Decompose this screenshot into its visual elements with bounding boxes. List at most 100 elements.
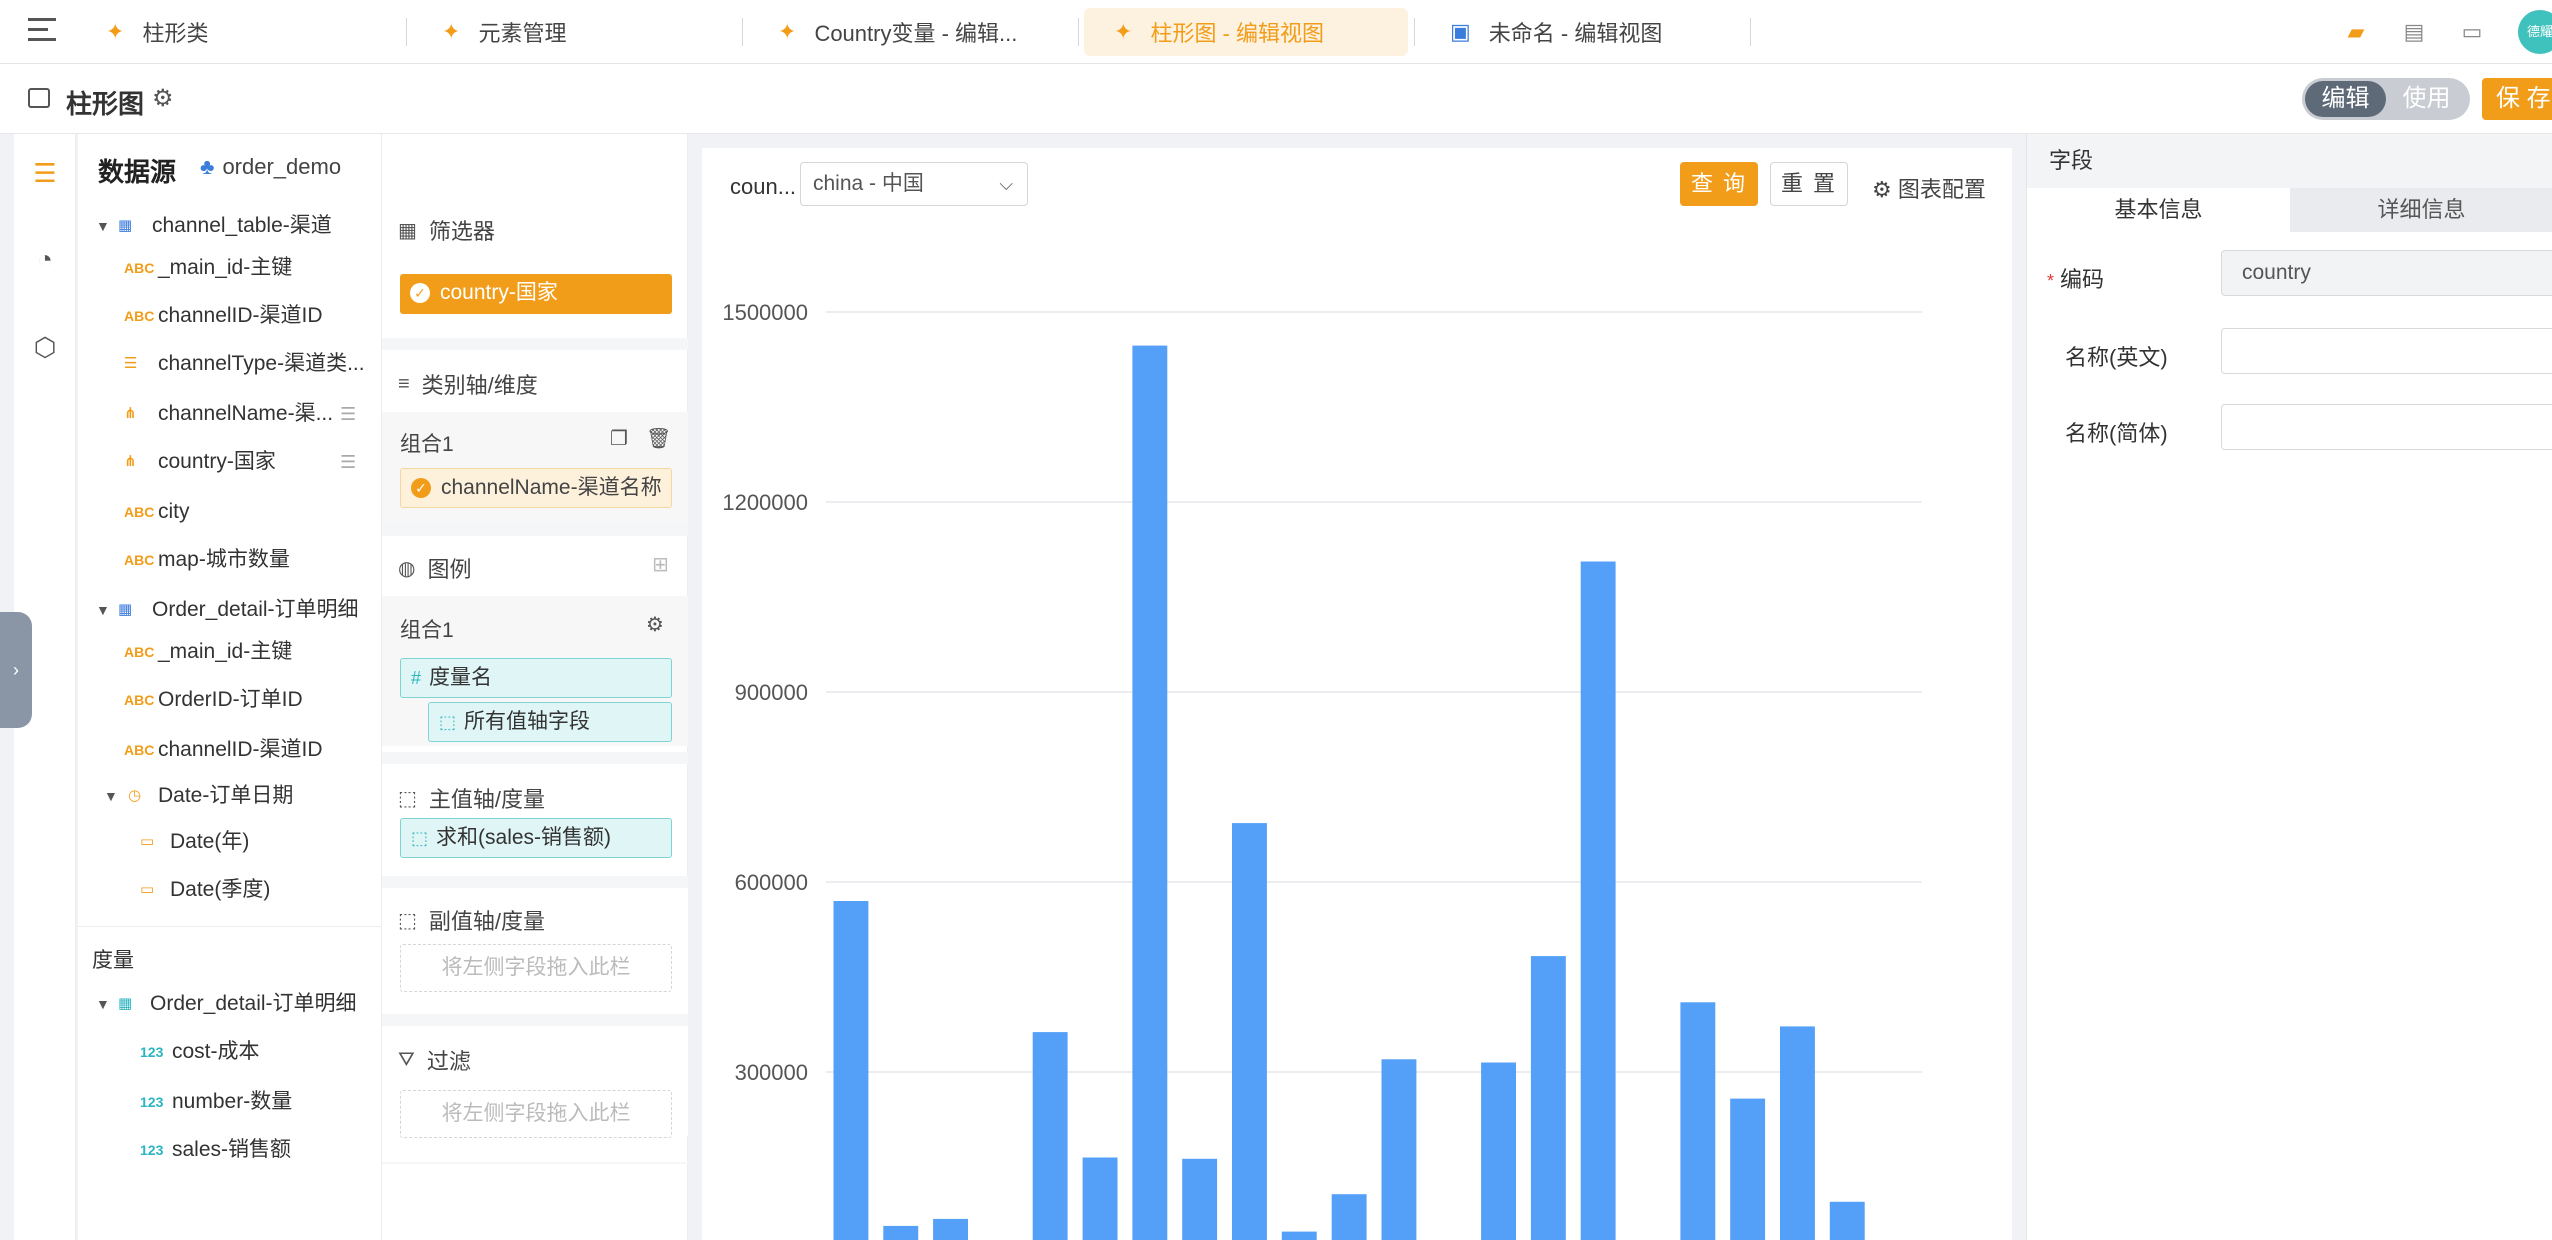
mode-toggle[interactable]: 编辑 使用 (2302, 78, 2470, 120)
menu-icon[interactable] (28, 18, 56, 42)
bar-7[interactable] (1182, 1158, 1218, 1240)
date-item[interactable]: ▭ Date(季度) (78, 870, 382, 910)
tab-bar-chart-category[interactable]: ✦ 柱形类 (76, 8, 406, 56)
caret-down-icon[interactable]: ▼ (96, 590, 110, 630)
gear-icon[interactable]: ⚙ (152, 84, 174, 113)
sub-axis-drop-zone[interactable]: 将左侧字段拖入此栏 (400, 944, 672, 992)
bar-17[interactable] (1680, 1002, 1716, 1240)
add-icon[interactable]: ⊞ (652, 552, 669, 577)
save-button[interactable]: 保 存 (2482, 78, 2552, 120)
database-selector[interactable]: ♣ order_demo (200, 154, 341, 180)
tab-bar-chart-edit[interactable]: ✦ 柱形图 - 编辑视图 (1084, 8, 1408, 56)
y-tick-label: 300000 (735, 1060, 808, 1085)
date-item[interactable]: ▭ Date(年) (78, 822, 382, 862)
legend-chip[interactable]: # 度量名 (400, 658, 672, 698)
mode-use-option[interactable]: 使用 (2386, 81, 2467, 117)
table-node[interactable]: ▼ ▦ channel_table-渠道 (78, 206, 382, 246)
field-item[interactable]: ⋔ channelName-渠... ☰ (78, 394, 382, 434)
bar-6[interactable] (1132, 345, 1168, 1240)
gear-icon[interactable]: ⚙ (646, 612, 664, 637)
trash-icon[interactable]: 🗑 (646, 426, 671, 451)
title-bar: 柱形图 ⚙ 编辑 使用 保 存 (0, 64, 2552, 134)
measure-item[interactable]: 123 number-数量 (78, 1082, 382, 1122)
bar-10[interactable] (1331, 1194, 1367, 1240)
table-node[interactable]: ▼ ▦ Order_detail-订单明细 (78, 590, 382, 630)
text-type-icon: ABC (124, 260, 155, 276)
field-item[interactable]: ABC _main_id-主键 (78, 632, 382, 672)
script-icon[interactable]: ⬡ (28, 330, 62, 364)
field-menu-icon[interactable]: ☰ (340, 394, 356, 434)
tab-untitled-edit[interactable]: ▣ 未命名 - 编辑视图 (1420, 8, 1750, 56)
datasource-icon[interactable]: ☰ (28, 156, 62, 190)
field-item[interactable]: ABC city (78, 492, 382, 532)
properties-header: 字段 (2027, 134, 2552, 188)
tab-divider (1750, 18, 1751, 46)
caret-down-icon[interactable]: ▼ (96, 984, 110, 1024)
table-node[interactable]: ▼ ▦ Order_detail-订单明细 (78, 984, 382, 1024)
inbox-icon[interactable]: ▭ (2458, 18, 2486, 46)
caret-down-icon[interactable]: ▼ (96, 206, 110, 246)
bar-14[interactable] (1530, 956, 1566, 1240)
name-en-field[interactable] (2221, 328, 2552, 374)
code-field[interactable]: country (2221, 250, 2552, 296)
bar-1[interactable] (883, 1225, 919, 1240)
pin-icon: ✦ (778, 19, 797, 44)
field-item[interactable]: ABC channelID-渠道ID (78, 296, 382, 336)
date-group-node[interactable]: ▼ ◷ Date-订单日期 (78, 776, 382, 816)
filter2-drop-zone[interactable]: 将左侧字段拖入此栏 (400, 1090, 672, 1138)
table-label: Order_detail-订单明细 (150, 992, 357, 1015)
field-menu-icon[interactable]: ☰ (340, 442, 356, 482)
pie-chart-icon[interactable]: ◔ (28, 242, 62, 276)
measure-item[interactable]: 123 cost-成本 (78, 1032, 382, 1072)
field-item[interactable]: ABC channelID-渠道ID (78, 730, 382, 770)
bar-9[interactable] (1281, 1231, 1317, 1240)
field-item[interactable]: ☰ channelType-渠道类... (78, 344, 382, 384)
field-item[interactable]: ABC _main_id-主键 (78, 248, 382, 288)
bar-19[interactable] (1780, 1026, 1815, 1240)
bar-5[interactable] (1082, 1157, 1118, 1240)
field-label: channelName-渠... (158, 402, 334, 425)
legend-chip[interactable]: ⬚ 所有值轴字段 (428, 702, 672, 742)
bar-18[interactable] (1730, 1098, 1766, 1240)
main-axis-section-header: ⬚ 主值轴/度量 (398, 782, 545, 814)
bar-20[interactable] (1829, 1201, 1865, 1240)
reset-button[interactable]: 重 置 (1770, 162, 1848, 206)
gear-icon: ⚙ (1872, 177, 1892, 202)
bar-4[interactable] (1032, 1032, 1068, 1240)
expand-handle[interactable]: › (0, 612, 32, 728)
document-settings-icon[interactable]: ▤ (2400, 18, 2428, 46)
tab-divider (1078, 18, 1079, 46)
country-filter-select[interactable]: china - 中国 ⌵ (800, 162, 1028, 206)
query-button[interactable]: 查 询 (1680, 162, 1758, 206)
field-item[interactable]: ABC map-城市数量 (78, 540, 382, 580)
number-type-icon: 123 (140, 1094, 164, 1110)
field-item[interactable]: ⋔ country-国家 ☰ (78, 442, 382, 482)
bag-icon[interactable]: ▰ (2342, 18, 2370, 46)
copy-icon[interactable]: ❐ (610, 426, 628, 451)
bar-2[interactable] (933, 1218, 968, 1240)
bar-11[interactable] (1381, 1059, 1417, 1240)
filter-chip[interactable]: ✓ country-国家 (400, 274, 672, 314)
tab-basic-info[interactable]: 基本信息 (2027, 188, 2290, 232)
field-item[interactable]: ABC OrderID-订单ID (78, 680, 382, 720)
category-chip[interactable]: ✓ channelName-渠道名称 (400, 468, 672, 508)
caret-down-icon[interactable]: ▼ (104, 776, 118, 816)
section-title: 类别轴/维度 (421, 373, 538, 398)
chart-config-button[interactable]: ⚙ 图表配置 (1872, 172, 1986, 204)
name-cn-label: 名称(简体) (2065, 421, 2168, 446)
bar-0[interactable] (833, 901, 869, 1240)
bar-15[interactable] (1580, 561, 1616, 1240)
hash-icon: # (411, 668, 422, 688)
measure-item[interactable]: 123 sales-销售额 (78, 1130, 382, 1170)
mode-edit-option[interactable]: 编辑 (2305, 81, 2386, 117)
main-axis-chip[interactable]: ⬚ 求和(sales-销售额) (400, 818, 672, 858)
name-cn-field[interactable] (2221, 404, 2552, 450)
avatar[interactable]: 德耀 (2518, 10, 2552, 54)
tab-detail-info[interactable]: 详细信息 (2290, 188, 2552, 232)
group-label: 组合1 (400, 619, 454, 642)
bar-13[interactable] (1481, 1062, 1516, 1240)
bar-8[interactable] (1232, 823, 1267, 1240)
database-name: order_demo (222, 154, 342, 179)
tab-country-variable[interactable]: ✦ Country变量 - 编辑... (748, 8, 1078, 56)
tab-element-management[interactable]: ✦ 元素管理 (412, 8, 742, 56)
